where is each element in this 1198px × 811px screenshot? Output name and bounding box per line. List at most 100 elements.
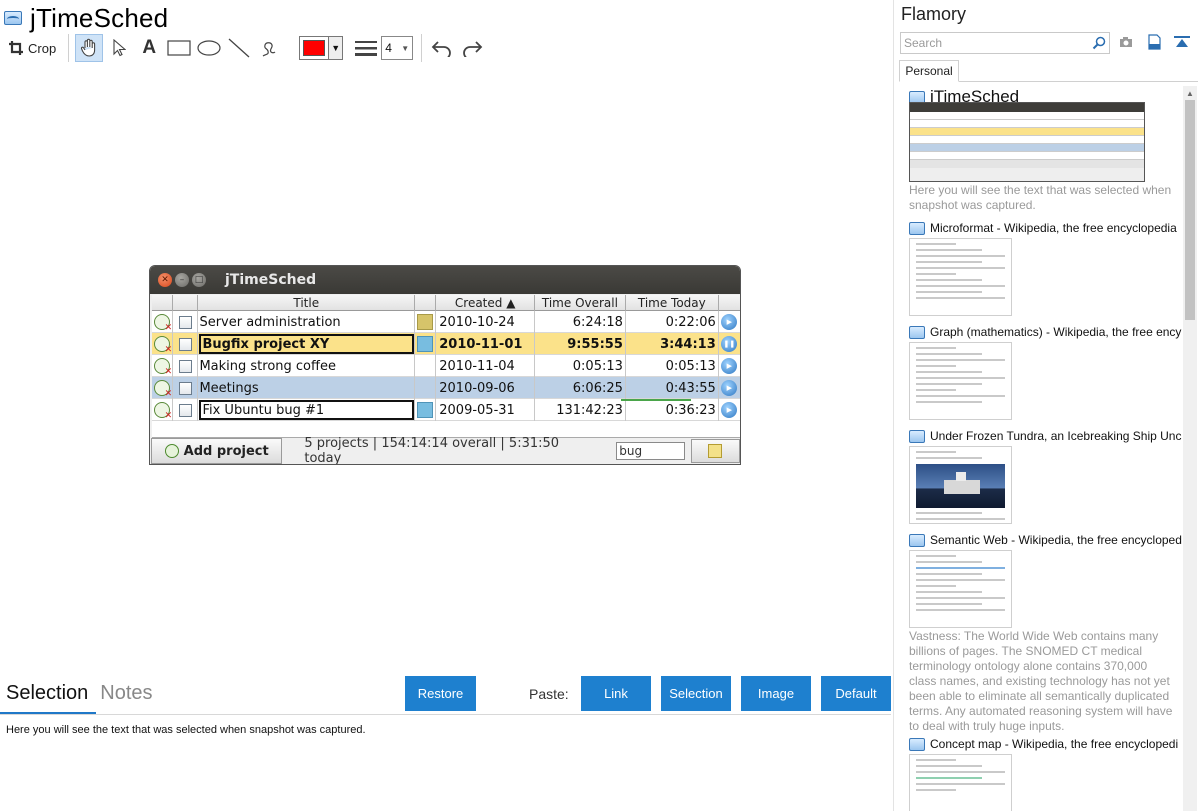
sidebar-scroll-thumb[interactable] [1185,100,1195,320]
ship-photo [916,464,1005,508]
rectangle-tool-button[interactable] [165,34,193,62]
row-title[interactable]: Bugfix project XY [199,334,414,354]
camera-icon[interactable] [1118,33,1134,51]
paste-link-button[interactable]: Link [581,676,651,711]
list-item[interactable]: Semantic Web - Wikipedia, the free encyc… [909,533,1182,547]
ellipse-tool-button[interactable] [195,34,223,62]
paste-image-button[interactable]: Image [741,676,811,711]
row-time-overall: 131:42:23 [535,399,626,421]
row-title[interactable]: Server administration [198,311,415,333]
tab-divider [0,714,891,715]
header-time-today[interactable]: Time Today [626,295,719,311]
done-checkbox[interactable] [178,381,192,395]
color-swatch[interactable] [417,314,434,330]
undo-button[interactable] [428,34,456,62]
scroll-up-icon[interactable]: ▲ [1183,86,1197,100]
tab-personal[interactable]: Personal [899,60,959,82]
color-swatch[interactable] [417,336,434,352]
color-swatch[interactable] [417,402,434,418]
done-checkbox[interactable] [178,403,192,417]
snapshot-thumbnail[interactable] [909,102,1145,182]
table-row[interactable]: Bugfix project XY 2010-11-01 9:55:55 3:4… [152,333,740,355]
play-icon[interactable]: ▶ [721,402,738,418]
done-checkbox[interactable] [178,315,192,329]
table-row[interactable]: Fix Ubuntu bug #1 2009-05-31 131:42:23 0… [152,399,740,421]
ellipse-icon [197,40,221,56]
paste-default-button[interactable]: Default [821,676,891,711]
collapse-top-icon[interactable] [1174,33,1190,51]
row-cell-check [173,355,199,377]
toolbar-separator [421,34,423,62]
header-title[interactable]: Title [198,295,416,311]
window-close-icon: ✕ [158,273,172,287]
text-tool-button[interactable]: A [135,34,163,62]
thumb-row [910,128,1144,136]
crop-button[interactable]: Crop [4,34,60,62]
document-icon[interactable] [1146,33,1162,51]
row-cell-icon [152,333,174,355]
line-width-picker[interactable]: 4 ▼ [355,36,414,60]
play-icon[interactable]: ▶ [721,314,738,330]
row-cell-color [415,399,437,421]
selection-text[interactable]: Here you will see the text that was sele… [6,724,366,736]
filter-input[interactable]: bug [616,442,685,460]
header-color-col [415,295,437,311]
table-row[interactable]: Server administration 2010-10-24 6:24:18… [152,311,740,333]
freehand-tool-button[interactable] [255,34,283,62]
table-row[interactable]: Meetings 2010-09-06 6:06:25 0:43:55 ▶ [152,377,740,399]
row-title[interactable]: Fix Ubuntu bug #1 [199,400,414,420]
list-item[interactable]: Graph (mathematics) - Wikipedia, the fre… [909,325,1181,339]
add-project-button[interactable]: Add project [151,438,283,464]
row-cell-icon [152,355,174,377]
row-time-overall: 6:06:25 [535,377,626,399]
delete-project-icon[interactable] [154,336,172,355]
hand-tool-button[interactable] [75,34,104,62]
page-icon [4,11,22,25]
play-icon[interactable]: ▶ [721,380,738,396]
done-checkbox[interactable] [178,359,192,373]
row-title[interactable]: Making strong coffee [198,355,415,377]
done-checkbox[interactable] [178,337,192,351]
color-picker[interactable]: ▼ [299,36,344,60]
window-maximize-icon: □ [192,273,206,287]
hand-icon [81,38,96,57]
header-created[interactable]: Created ▲ [436,295,535,311]
line-width-select[interactable]: 4 ▼ [381,36,414,60]
paste-selection-button[interactable]: Selection [661,676,731,711]
delete-project-icon[interactable] [154,380,172,399]
row-cell-play: ▶ [719,399,740,421]
snapshot-thumbnail[interactable] [909,754,1012,811]
play-icon[interactable]: ▶ [721,358,738,374]
list-item[interactable]: Concept map - Wikipedia, the free encycl… [909,737,1178,751]
chevron-down-icon[interactable]: ▼ [328,37,343,59]
filter-button[interactable] [690,439,740,463]
pause-icon[interactable]: ❚❚ [721,336,738,352]
delete-project-icon[interactable] [154,402,172,421]
delete-project-icon[interactable] [154,358,172,377]
thumb-row [910,120,1144,128]
tab-selection[interactable]: Selection [6,682,88,709]
table-row[interactable]: Making strong coffee 2010-11-04 0:05:13 … [152,355,740,377]
snapshot-thumbnail[interactable] [909,550,1012,628]
bottom-tabs: Selection Notes [6,682,153,709]
list-item[interactable]: Microformat - Wikipedia, the free encycl… [909,221,1177,235]
panel-divider[interactable] [893,0,894,811]
list-item[interactable]: Under Frozen Tundra, an Icebreaking Ship… [909,429,1182,443]
row-cell-color [415,377,437,399]
header-time-overall[interactable]: Time Overall [535,295,626,311]
row-cell-color [415,311,437,333]
delete-project-icon[interactable] [154,314,172,333]
snapshot-thumbnail[interactable] [909,342,1012,420]
select-tool-button[interactable] [105,34,133,62]
snapshot-thumbnail[interactable] [909,238,1012,316]
freehand-icon [262,42,276,57]
search-icon[interactable] [1092,36,1106,50]
snapshot-thumbnail[interactable] [909,446,1012,524]
line-tool-button[interactable] [225,34,253,62]
row-title[interactable]: Meetings [198,377,415,399]
restore-button[interactable]: Restore [405,676,476,711]
redo-button[interactable] [458,34,486,62]
tab-notes[interactable]: Notes [100,682,152,709]
row-time-today: 0:22:06 [626,311,719,333]
search-input[interactable]: Search [900,32,1110,54]
